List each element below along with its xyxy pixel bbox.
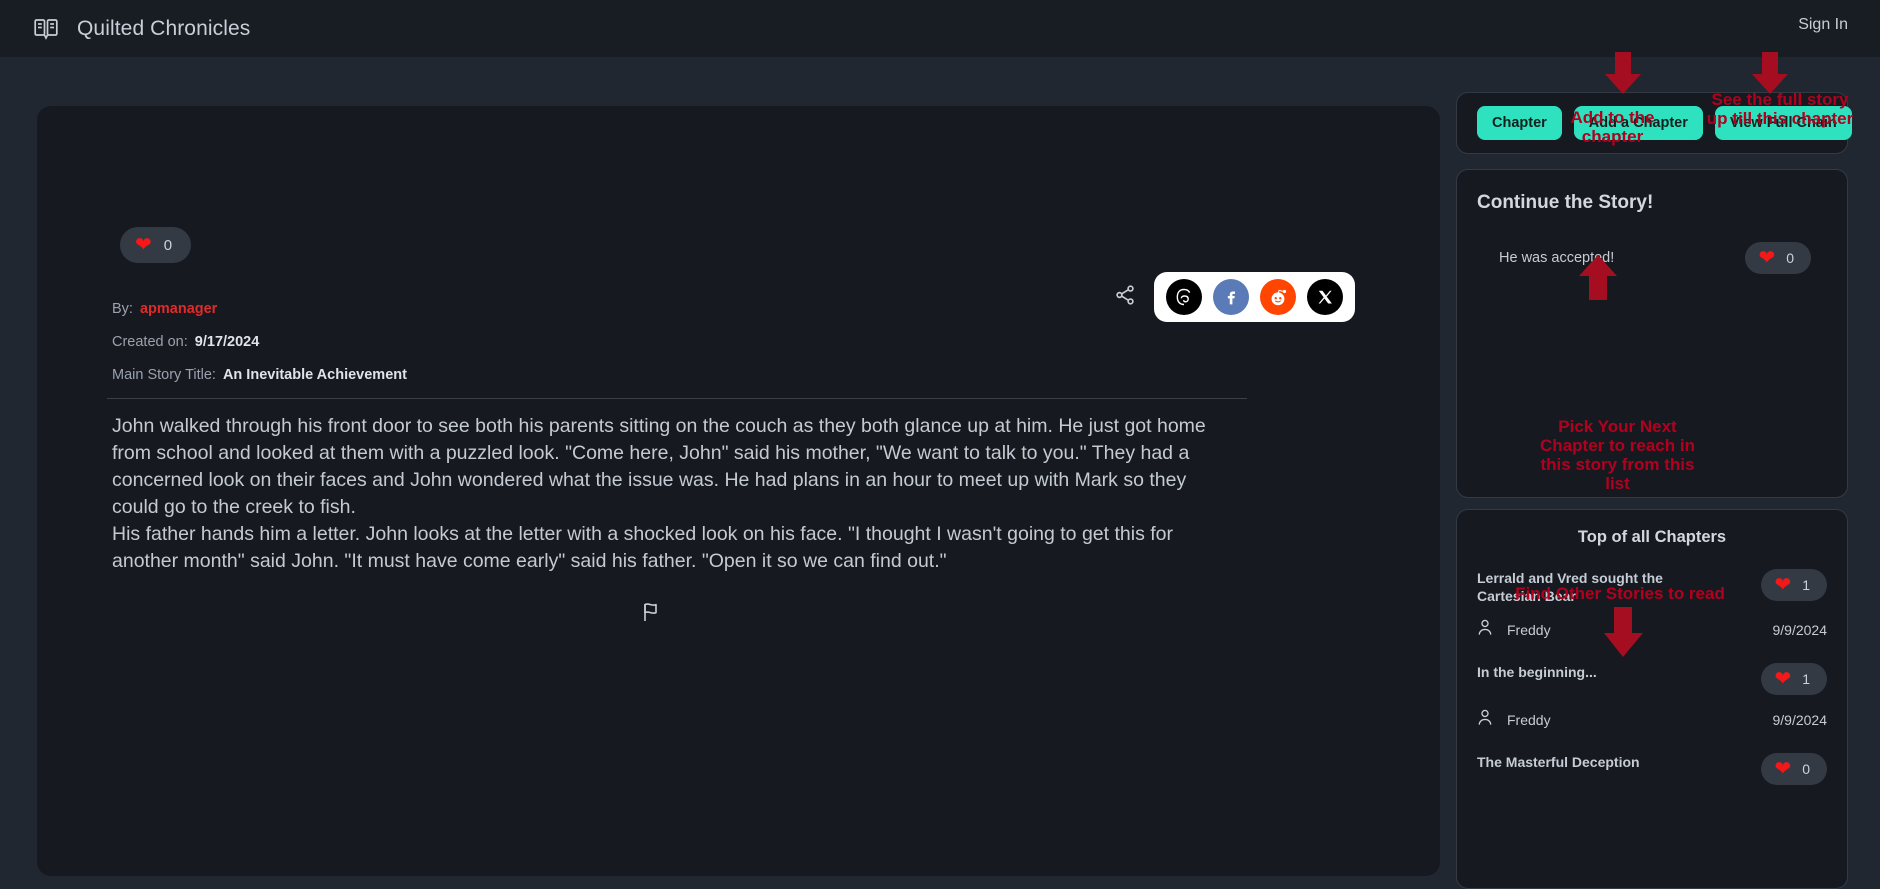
chapter-title: The Masterful Deception [1477,754,1640,770]
chapter-meta: Freddy 9/9/2024 [1477,619,1827,641]
story-text: John walked through his front door to se… [112,415,1206,572]
chapter-head: The Masterful Deception ❤ 0 [1477,753,1827,785]
chapter-author: Freddy [1477,619,1551,641]
share-facebook-icon[interactable] [1213,279,1249,315]
share-x-icon[interactable] [1307,279,1343,315]
sign-in-link[interactable]: Sign In [1798,16,1848,34]
author-meta: By: apmanager [112,301,217,317]
chapter-title: Lerrald and Vred sought the Cartesian Be… [1477,570,1663,604]
brand-title: Quilted Chronicles [77,16,251,40]
share-bar [1114,272,1355,322]
continue-item-label: He was accepted! [1499,250,1615,266]
top-chapters-panel: Top of all Chapters Lerrald and Vred sou… [1456,509,1848,889]
chapter-like-count: 1 [1802,577,1810,593]
chapter-title: In the beginning... [1477,664,1597,680]
person-icon [1477,619,1493,641]
story-title-label: Main Story Title: [112,367,216,383]
chapter-like-count: 0 [1802,761,1810,777]
add-a-chapter-button[interactable]: Add a Chapter [1573,106,1703,140]
share-threads-icon[interactable] [1166,279,1202,315]
share-networks [1154,272,1355,322]
heart-icon: ❤ [1774,574,1792,596]
top-chapters-title: Top of all Chapters [1577,528,1727,546]
continue-story-title: Continue the Story! [1477,192,1654,213]
heart-icon: ❤ [135,234,152,256]
by-label: By: [112,301,133,317]
chapter-like[interactable]: ❤ 1 [1761,663,1827,695]
continue-item-like-count: 0 [1786,250,1794,266]
page-body: ❤ 0 By: apmanager Created on: 9/17/2024 … [0,52,1880,889]
chapter-meta: Freddy 9/9/2024 [1477,709,1827,731]
chapter-date: 9/9/2024 [1772,622,1828,638]
chapter-author-name: Freddy [1507,712,1551,728]
continue-item[interactable]: He was accepted! ❤ 0 [1477,242,1827,274]
chapter-card: ❤ 0 By: apmanager Created on: 9/17/2024 … [37,106,1440,876]
brand[interactable]: Quilted Chronicles [0,17,250,41]
story-title: An Inevitable Achievement [222,367,407,383]
continue-item-like[interactable]: ❤ 0 [1745,242,1811,274]
divider [107,398,1247,399]
chapter-like[interactable]: ❤ 0 [1761,753,1827,785]
app-header: Quilted Chronicles Sign In [0,0,1880,57]
chapter-like[interactable]: ❤ 1 [1761,569,1827,601]
flag-icon[interactable] [642,601,662,623]
chapter-head: In the beginning... ❤ 1 [1477,663,1827,695]
list-item[interactable]: Lerrald and Vred sought the Cartesian Be… [1477,569,1827,641]
share-reddit-icon[interactable] [1260,279,1296,315]
heart-icon: ❤ [1774,668,1792,690]
chapter-author-name: Freddy [1507,622,1551,638]
story-title-meta: Main Story Title: An Inevitable Achieveme… [112,367,407,383]
created-date: 9/17/2024 [194,334,260,350]
view-full-chain-button[interactable]: View Full Chain [1714,106,1852,140]
person-icon [1477,709,1493,731]
like-count: 0 [163,236,173,254]
chapter-author: Freddy [1477,709,1551,731]
chapter-date: 9/9/2024 [1772,712,1828,728]
chapter-button[interactable]: Chapter [1477,106,1562,140]
list-item[interactable]: In the beginning... ❤ 1 Freddy 9/9/2024 [1477,663,1827,731]
created-label: Created on: [112,334,188,350]
chapter-like-count: 1 [1802,671,1810,687]
list-item[interactable]: The Masterful Deception ❤ 0 [1477,753,1827,785]
heart-icon: ❤ [1774,758,1792,780]
continue-story-panel: Continue the Story! He was accepted! ❤ 0 [1456,169,1848,498]
chapter-head: Lerrald and Vred sought the Cartesian Be… [1477,569,1827,605]
like-button[interactable]: ❤ 0 [120,227,192,263]
author-name[interactable]: apmanager [140,301,217,317]
open-book-icon [33,18,59,40]
heart-icon: ❤ [1758,247,1776,269]
chapter-actions-panel: Chapter Add a Chapter View Full Chain [1456,92,1852,154]
created-meta: Created on: 9/17/2024 [112,334,259,350]
share-icon[interactable] [1114,284,1136,311]
